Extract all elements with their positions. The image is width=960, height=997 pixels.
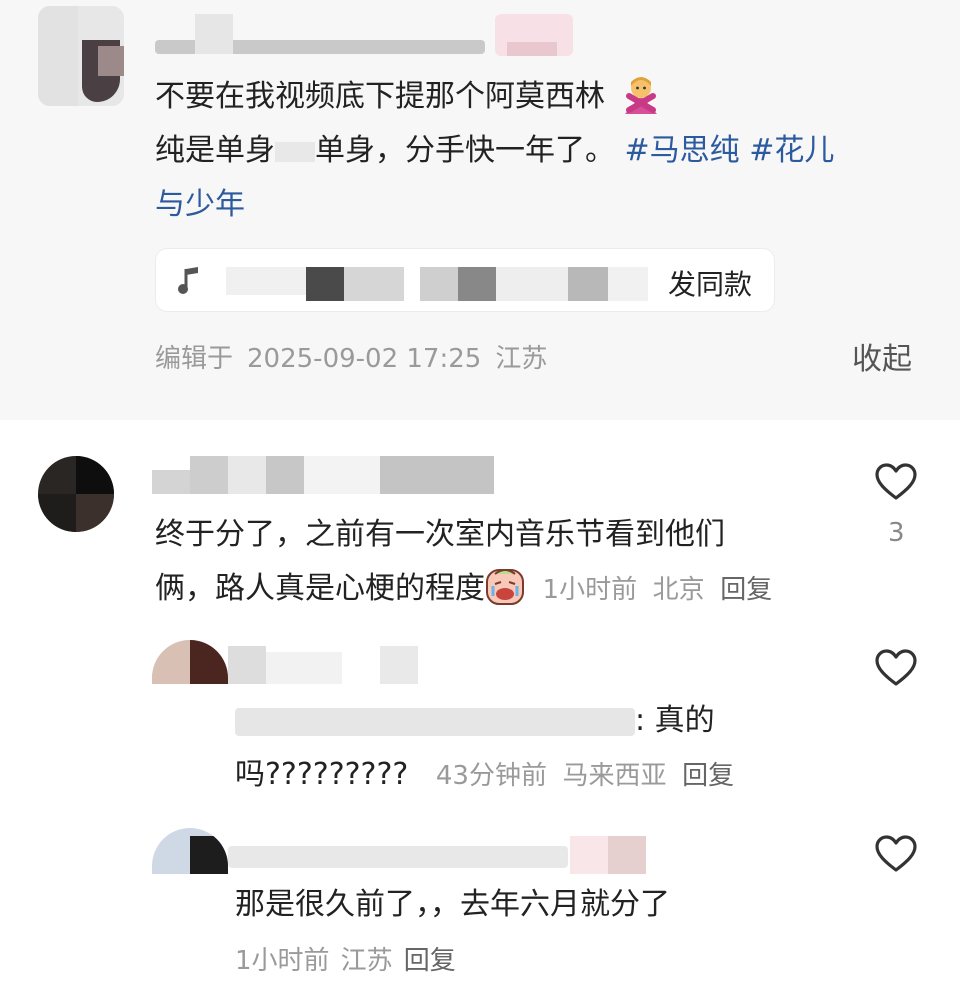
blur-patch bbox=[458, 267, 496, 301]
post-meta: 编辑于 2025-09-02 17:25 江苏 bbox=[155, 338, 547, 375]
blur-patch bbox=[275, 141, 315, 162]
blur-patch bbox=[344, 267, 404, 301]
blur-patch bbox=[420, 267, 458, 301]
same-style-label: 发同款 bbox=[667, 268, 752, 301]
heart-outline-icon bbox=[875, 835, 917, 872]
comment-location: 江苏 bbox=[340, 946, 393, 976]
reply-to-blurred bbox=[235, 707, 635, 736]
reply-body: : 真的 吗????????? 43分钟前 马来西亚 回复 bbox=[235, 694, 835, 803]
hashtag-link[interactable]: #花儿 bbox=[749, 133, 834, 168]
post-text-line2b: 单身，分手快一年了。 bbox=[315, 133, 615, 168]
reply-avatar[interactable] bbox=[152, 828, 228, 874]
music-note-icon bbox=[178, 265, 204, 295]
edited-prefix: 编辑于 bbox=[155, 344, 234, 374]
post-author-name[interactable] bbox=[155, 14, 575, 56]
comment-author-name[interactable] bbox=[152, 456, 494, 494]
reply-button[interactable]: 回复 bbox=[404, 946, 456, 976]
blur-patch bbox=[226, 267, 306, 295]
post-text-line2a: 纯是单身 bbox=[155, 133, 275, 168]
comment-body: 终于分了，之前有一次室内音乐节看到他们 俩，路人真是心梗的程度 1小时前 北京 … bbox=[155, 508, 855, 617]
post-text-line1: 不要在我视频底下提那个阿莫西林 bbox=[155, 79, 605, 114]
edited-datetime: 2025-09-02 17:25 bbox=[247, 344, 482, 374]
blur-patch bbox=[568, 267, 608, 301]
no-gesture-emoji-icon bbox=[621, 74, 661, 114]
like-button[interactable] bbox=[874, 462, 918, 506]
comment-text-line2: 俩，路人真是心梗的程度 bbox=[155, 571, 485, 606]
comment-text-line1: 终于分了，之前有一次室内音乐节看到他们 bbox=[155, 517, 725, 552]
comment-avatar[interactable] bbox=[38, 456, 114, 532]
reply-author-name[interactable] bbox=[228, 836, 648, 874]
like-button[interactable] bbox=[874, 834, 918, 878]
like-count: 3 bbox=[888, 518, 905, 548]
reply-text-line2: 吗????????? bbox=[235, 757, 409, 792]
comment-time: 1小时前 bbox=[235, 946, 330, 976]
like-button[interactable] bbox=[874, 648, 918, 692]
comment-location: 北京 bbox=[652, 575, 705, 605]
post-author-avatar[interactable] bbox=[38, 6, 124, 106]
reply-author-name[interactable] bbox=[228, 646, 418, 684]
reply-text-line1: 那是很久前了，，去年六月就分了 bbox=[235, 887, 670, 922]
comment-time: 43分钟前 bbox=[435, 761, 547, 791]
comment-location: 马来西亚 bbox=[562, 761, 667, 791]
hashtag-link-continued[interactable]: 与少年 bbox=[155, 187, 245, 222]
heart-outline-icon bbox=[875, 463, 917, 500]
reply-body: 那是很久前了，，去年六月就分了 bbox=[235, 878, 835, 932]
collapse-button[interactable]: 收起 bbox=[852, 334, 912, 378]
post-text: 不要在我视频底下提那个阿莫西林 纯是单身 单身，分手快一年了。 #马思纯 #花儿 … bbox=[155, 70, 915, 232]
heart-outline-icon bbox=[875, 649, 917, 686]
reply-button[interactable]: 回复 bbox=[720, 575, 772, 605]
same-style-chip[interactable]: 发同款 bbox=[155, 248, 775, 312]
blur-patch bbox=[306, 267, 344, 301]
reply-avatar[interactable] bbox=[152, 640, 228, 684]
post-location: 江苏 bbox=[495, 344, 548, 374]
hashtag-link[interactable]: #马思纯 bbox=[625, 133, 740, 168]
crying-emoji-icon bbox=[485, 566, 525, 606]
reply-text-line1: : 真的 bbox=[635, 703, 715, 738]
reply-button[interactable]: 回复 bbox=[682, 761, 734, 791]
blur-patch bbox=[608, 267, 648, 301]
comment-time: 1小时前 bbox=[542, 575, 638, 605]
blur-patch bbox=[496, 267, 568, 301]
comment-meta: 1小时前 江苏 回复 bbox=[235, 940, 456, 977]
